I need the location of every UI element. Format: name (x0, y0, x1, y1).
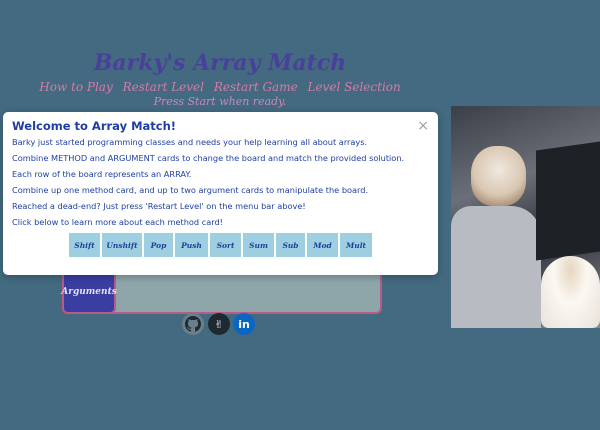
peace-hand-icon[interactable]: ✌ (208, 313, 230, 335)
modal-line: Click below to learn more about each met… (12, 217, 223, 227)
menu-level-selection[interactable]: Level Selection (308, 80, 401, 94)
modal-line: Reached a dead-end? Just press 'Restart … (12, 201, 306, 211)
method-card-mod[interactable]: Mod (307, 233, 338, 257)
page-title: Barky's Array Match (93, 50, 347, 76)
github-icon[interactable] (182, 313, 204, 335)
close-icon[interactable]: × (417, 118, 429, 134)
menu-bar: How to Play Restart Level Restart Game L… (0, 80, 440, 94)
method-card-push[interactable]: Push (175, 233, 208, 257)
dog-head (471, 146, 526, 206)
modal-line: Barky just started programming classes a… (12, 137, 368, 147)
barky-dog-photo (451, 106, 600, 328)
method-card-unshift[interactable]: Unshift (102, 233, 142, 257)
method-card-shift[interactable]: Shift (69, 233, 100, 257)
menu-how-to-play[interactable]: How to Play (39, 80, 112, 94)
method-card-mult[interactable]: Mult (340, 233, 372, 257)
laptop (536, 141, 600, 261)
welcome-modal: Welcome to Array Match! × Barky just sta… (3, 112, 438, 275)
method-card-sum[interactable]: Sum (243, 233, 274, 257)
modal-title: Welcome to Array Match! (12, 119, 177, 133)
method-card-pop[interactable]: Pop (144, 233, 173, 257)
method-card-sort[interactable]: Sort (210, 233, 241, 257)
start-prompt: Press Start when ready. (153, 95, 287, 108)
menu-restart-level[interactable]: Restart Level (123, 80, 204, 94)
linkedin-icon[interactable]: in (233, 313, 255, 335)
dog-hoodie (451, 206, 541, 328)
method-card-list: Shift Unshift Pop Push Sort Sum Sub Mod … (69, 233, 372, 257)
modal-line: Combine up one method card, and up to tw… (12, 185, 369, 195)
modal-line: Each row of the board represents an ARRA… (12, 169, 192, 179)
coffee-mug (541, 256, 600, 328)
arguments-label: Arguments (61, 270, 117, 314)
method-card-sub[interactable]: Sub (276, 233, 305, 257)
menu-restart-game[interactable]: Restart Game (214, 80, 298, 94)
modal-line: Combine METHOD and ARGUMENT cards to cha… (12, 153, 405, 163)
